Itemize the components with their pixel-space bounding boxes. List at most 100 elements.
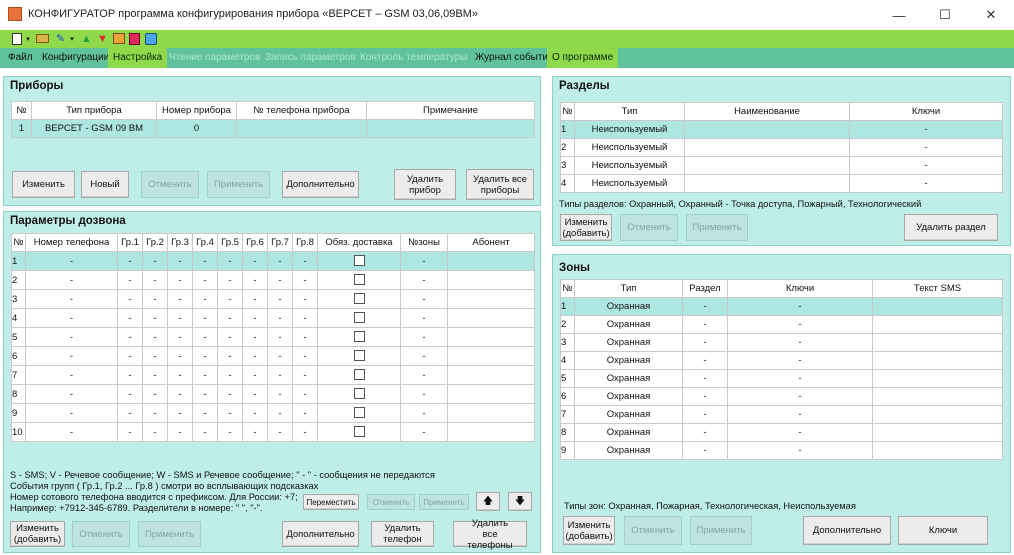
device-extra-button[interactable]: Дополнительно bbox=[282, 171, 359, 198]
table-cell[interactable]: - bbox=[142, 251, 168, 271]
required-delivery-checkbox[interactable] bbox=[353, 350, 365, 362]
table-cell[interactable]: - bbox=[682, 315, 728, 334]
table-cell[interactable]: 2 bbox=[560, 315, 575, 334]
table-cell[interactable]: - bbox=[242, 384, 268, 404]
table-cell[interactable]: - bbox=[142, 270, 168, 290]
required-delivery-checkbox[interactable] bbox=[353, 369, 365, 381]
delete-all-devices-button[interactable]: Удалить все приборы bbox=[466, 169, 534, 200]
table-cell[interactable] bbox=[447, 365, 535, 385]
table-cell[interactable]: - bbox=[682, 297, 728, 316]
table-row[interactable]: 1 ВЕРСЕТ - GSM 09 ВМ 0 bbox=[11, 119, 535, 138]
table-cell[interactable]: - bbox=[292, 289, 318, 309]
table-cell[interactable]: - bbox=[142, 346, 168, 366]
table-row[interactable]: 1 Неиспользуемый - bbox=[560, 120, 1003, 139]
table-cell[interactable]: - bbox=[727, 351, 873, 370]
table-cell[interactable]: 3 bbox=[11, 289, 26, 309]
table-cell[interactable]: 5 bbox=[560, 369, 575, 388]
open-icon[interactable] bbox=[36, 32, 49, 45]
table-cell[interactable]: 1 bbox=[560, 297, 575, 316]
table-cell[interactable]: - bbox=[242, 270, 268, 290]
table-cell[interactable]: - bbox=[142, 365, 168, 385]
table-cell[interactable]: Охранная bbox=[574, 405, 683, 424]
column-header[interactable]: Тип bbox=[574, 102, 685, 121]
table-row[interactable]: 5---------- bbox=[11, 327, 535, 347]
apply-zone-button[interactable]: Применить bbox=[690, 516, 752, 545]
table-cell[interactable]: - bbox=[727, 441, 873, 460]
table-cell[interactable]: - bbox=[400, 251, 448, 271]
table-cell[interactable]: - bbox=[25, 327, 118, 347]
table-cell[interactable]: - bbox=[167, 346, 193, 366]
table-cell[interactable]: - bbox=[682, 441, 728, 460]
new-device-button[interactable]: Новый bbox=[81, 171, 129, 198]
table-row[interactable]: 1 Охранная - - bbox=[560, 297, 1003, 316]
column-header[interactable]: Обяз. доставка bbox=[317, 233, 401, 252]
table-cell[interactable]: Неиспользуемый bbox=[574, 156, 685, 175]
table-cell[interactable]: - bbox=[267, 365, 293, 385]
menu-file[interactable]: Файл bbox=[3, 48, 38, 68]
table-cell[interactable]: - bbox=[400, 422, 448, 442]
menu-settings[interactable]: Настройка bbox=[108, 48, 168, 68]
table-cell[interactable]: - bbox=[192, 289, 218, 309]
column-header[interactable]: Ключи bbox=[727, 279, 873, 298]
table-cell[interactable]: - bbox=[267, 384, 293, 404]
table-cell[interactable] bbox=[447, 346, 535, 366]
table-cell[interactable]: - bbox=[217, 289, 243, 309]
column-header[interactable]: № bbox=[11, 233, 26, 252]
column-header[interactable]: Раздел bbox=[682, 279, 728, 298]
table-cell[interactable]: Охранная bbox=[574, 333, 683, 352]
table-cell[interactable]: - bbox=[117, 365, 143, 385]
table-cell[interactable]: - bbox=[292, 384, 318, 404]
apply-section-button[interactable]: Применить bbox=[686, 214, 748, 241]
table-cell[interactable]: - bbox=[267, 251, 293, 271]
phone-extra-button[interactable]: Дополнительно bbox=[282, 521, 359, 547]
table-cell[interactable] bbox=[684, 138, 850, 157]
cancel-zone-button[interactable]: Отменить bbox=[624, 516, 682, 545]
table-cell[interactable]: - bbox=[400, 403, 448, 423]
required-delivery-checkbox[interactable] bbox=[353, 426, 365, 438]
table-cell[interactable]: - bbox=[142, 289, 168, 309]
maximize-button[interactable]: ☐ bbox=[922, 0, 968, 30]
table-cell[interactable]: 4 bbox=[560, 351, 575, 370]
table-cell[interactable]: Охранная bbox=[574, 297, 683, 316]
chevron-down-icon[interactable]: ▾ bbox=[68, 32, 76, 45]
table-cell[interactable]: - bbox=[192, 403, 218, 423]
table-cell[interactable]: - bbox=[242, 403, 268, 423]
column-header[interactable]: № телефона прибора bbox=[236, 101, 367, 120]
table-cell[interactable]: 3 bbox=[560, 333, 575, 352]
table-cell[interactable]: 9 bbox=[11, 403, 26, 423]
table-cell[interactable]: - bbox=[217, 422, 243, 442]
column-header[interactable]: Абонент bbox=[447, 233, 535, 252]
table-row[interactable]: 8 Охранная - - bbox=[560, 423, 1003, 442]
table-cell[interactable]: - bbox=[217, 403, 243, 423]
table-cell[interactable]: - bbox=[117, 270, 143, 290]
column-header[interactable]: Наименование bbox=[684, 102, 850, 121]
table-cell[interactable]: - bbox=[167, 365, 193, 385]
table-row[interactable]: 9 Охранная - - bbox=[560, 441, 1003, 460]
table-cell[interactable]: - bbox=[25, 251, 118, 271]
mini-apply-button[interactable]: Применить bbox=[419, 494, 469, 510]
menu-read-params[interactable]: Чтение параметров bbox=[164, 48, 265, 68]
table-cell[interactable]: - bbox=[217, 327, 243, 347]
table-cell[interactable]: - bbox=[167, 289, 193, 309]
cancel-phone-button[interactable]: Отменить bbox=[72, 521, 130, 547]
column-header[interactable]: №зоны bbox=[400, 233, 448, 252]
table-row[interactable]: 4 Неиспользуемый - bbox=[560, 174, 1003, 193]
table-cell[interactable] bbox=[447, 270, 535, 290]
table-cell[interactable]: - bbox=[25, 270, 118, 290]
table-cell[interactable]: 1 bbox=[11, 119, 32, 138]
delete-phone-button[interactable]: Удалить телефон bbox=[371, 521, 434, 547]
table-cell[interactable]: - bbox=[727, 369, 873, 388]
table-cell[interactable]: - bbox=[242, 422, 268, 442]
table-cell[interactable]: - bbox=[167, 422, 193, 442]
delete-section-button[interactable]: Удалить раздел bbox=[904, 214, 998, 241]
table-cell[interactable]: - bbox=[25, 403, 118, 423]
table-cell[interactable]: Неиспользуемый bbox=[574, 174, 685, 193]
table-cell[interactable]: - bbox=[142, 403, 168, 423]
table-cell[interactable]: - bbox=[25, 308, 118, 328]
table-cell[interactable]: Охранная bbox=[574, 351, 683, 370]
delivery-checkbox-cell[interactable] bbox=[317, 422, 401, 442]
table-cell[interactable]: - bbox=[292, 403, 318, 423]
table-cell[interactable]: - bbox=[400, 346, 448, 366]
table-cell[interactable]: - bbox=[192, 308, 218, 328]
delivery-checkbox-cell[interactable] bbox=[317, 346, 401, 366]
